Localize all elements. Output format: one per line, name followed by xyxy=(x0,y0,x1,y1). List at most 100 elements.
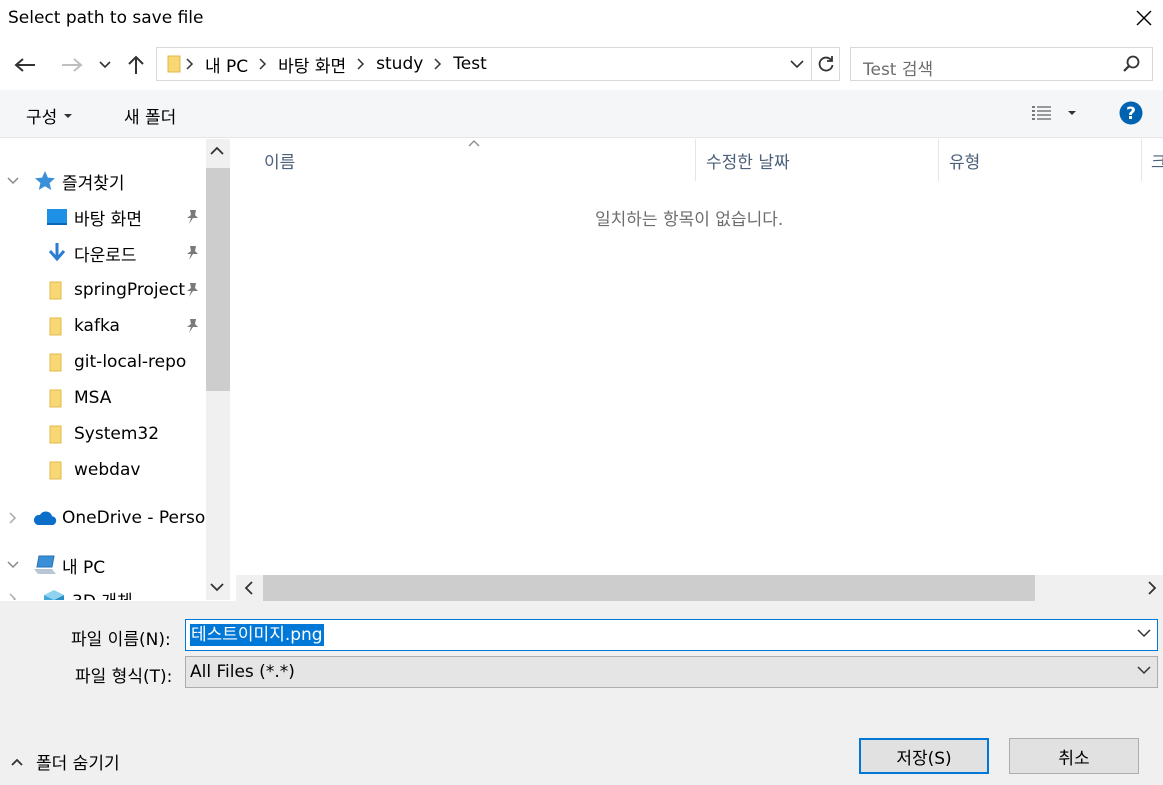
chevron-down-icon[interactable] xyxy=(1137,629,1151,638)
folder-icon xyxy=(49,281,62,300)
column-divider[interactable] xyxy=(1141,139,1142,181)
nav-favorites[interactable]: 즐겨찾기 xyxy=(6,164,125,198)
star-icon xyxy=(35,171,55,190)
refresh-icon xyxy=(818,56,833,72)
filetype-value: All Files (*.*) xyxy=(190,662,295,682)
view-options-button[interactable] xyxy=(1031,104,1077,122)
forward-button[interactable] xyxy=(57,50,87,80)
search-box[interactable]: Test 검색 xyxy=(850,47,1153,81)
pin-icon[interactable] xyxy=(185,318,199,334)
pin-icon[interactable] xyxy=(185,209,199,225)
pin-icon[interactable] xyxy=(185,245,199,261)
column-header-row: 이름 수정한 날짜 유형 크 xyxy=(236,139,1163,181)
organize-label: 구성 xyxy=(26,108,58,128)
back-button[interactable] xyxy=(10,50,40,80)
pin-icon[interactable] xyxy=(185,282,199,298)
breadcrumb-study[interactable]: study xyxy=(370,54,429,74)
nav-item-webdav[interactable]: webdav xyxy=(46,453,140,487)
filename-input[interactable]: 테스트이미지.png xyxy=(190,624,324,646)
nav-item-desktop[interactable]: 바탕 화면 xyxy=(46,200,142,234)
chevron-down-icon[interactable] xyxy=(1137,666,1151,675)
folder-icon xyxy=(49,425,62,444)
nav-onedrive[interactable]: OneDrive - Person xyxy=(6,501,216,535)
scroll-right-icon[interactable] xyxy=(1147,580,1157,596)
folder-icon xyxy=(167,55,181,73)
column-divider[interactable] xyxy=(695,139,696,181)
download-icon xyxy=(48,243,66,262)
column-type[interactable]: 유형 xyxy=(949,148,980,173)
scroll-up-icon[interactable] xyxy=(209,146,225,156)
folder-icon xyxy=(49,353,62,372)
column-date[interactable]: 수정한 날짜 xyxy=(706,148,790,173)
nav-this-pc-label: 내 PC xyxy=(62,557,106,578)
nav-item-springproject[interactable]: springProject xyxy=(46,273,185,307)
organize-button[interactable]: 구성 xyxy=(26,103,73,128)
search-icon xyxy=(1123,55,1141,73)
nav-item-msa[interactable]: MSA xyxy=(46,381,111,415)
new-folder-button[interactable]: 새 폴더 xyxy=(124,103,176,128)
breadcrumb-test[interactable]: Test xyxy=(447,54,492,74)
scroll-left-icon[interactable] xyxy=(244,580,254,596)
arrow-left-icon xyxy=(14,58,35,72)
nav-this-pc[interactable]: 내 PC xyxy=(6,548,105,582)
folder-icon xyxy=(49,317,62,336)
nav-item-label: System32 xyxy=(74,424,160,444)
folder-icon xyxy=(49,461,62,480)
nav-3d-objects[interactable]: 3D 개체 xyxy=(6,582,133,600)
column-divider[interactable] xyxy=(938,139,939,181)
recent-locations-button[interactable] xyxy=(96,55,114,75)
chevron-right-icon xyxy=(9,512,17,524)
filename-label: 파일 이름(N): xyxy=(71,630,171,650)
save-button[interactable]: 저장(S) xyxy=(859,738,989,774)
nav-item-git-local-repo[interactable]: git-local-repo xyxy=(46,345,186,379)
nav-item-kafka[interactable]: kafka xyxy=(46,309,120,343)
empty-message: 일치하는 항목이 없습니다. xyxy=(595,210,784,230)
command-bar: 구성 새 폴더 ? xyxy=(0,90,1163,138)
navigation-pane: 즐겨찾기 바탕 화면 다운로드 springProject kafka git-… xyxy=(0,139,233,600)
refresh-button[interactable] xyxy=(811,48,839,80)
chevron-down-icon xyxy=(7,561,19,569)
nav-favorites-label: 즐겨찾기 xyxy=(62,173,125,194)
address-dropdown-button[interactable] xyxy=(785,48,809,80)
filename-combobox[interactable]: 테스트이미지.png xyxy=(185,619,1158,651)
column-size[interactable]: 크 xyxy=(1151,148,1163,173)
breadcrumb-separator-icon[interactable] xyxy=(254,58,272,70)
nav-3d-objects-label: 3D 개체 xyxy=(72,587,133,601)
title-bar: Select path to save file xyxy=(0,0,1163,38)
content-horizontal-scrollbar-thumb[interactable] xyxy=(263,575,1035,601)
column-name[interactable]: 이름 xyxy=(264,148,295,173)
nav-item-label: git-local-repo xyxy=(74,352,187,372)
desktop-icon xyxy=(47,209,67,225)
chevron-down-icon xyxy=(99,61,111,69)
nav-item-label: springProject xyxy=(74,280,186,300)
cancel-button[interactable]: 취소 xyxy=(1009,738,1139,774)
nav-item-label: webdav xyxy=(74,460,141,480)
breadcrumb-desktop[interactable]: 바탕 화면 xyxy=(272,52,352,77)
breadcrumb-separator-icon[interactable] xyxy=(352,58,370,70)
breadcrumb-separator-icon[interactable] xyxy=(429,58,447,70)
cube-icon xyxy=(44,590,64,600)
address-bar[interactable]: 내 PC 바탕 화면 study Test xyxy=(156,47,840,81)
details-view-icon xyxy=(1032,106,1051,120)
window-title: Select path to save file xyxy=(8,8,204,28)
search-input[interactable]: Test 검색 xyxy=(863,55,933,80)
help-button[interactable]: ? xyxy=(1119,101,1143,125)
close-button[interactable] xyxy=(1124,0,1163,36)
chevron-down-icon xyxy=(7,177,19,185)
navpane-scrollbar-thumb[interactable] xyxy=(206,168,230,391)
breadcrumb-separator-icon[interactable] xyxy=(181,58,199,70)
breadcrumb-this-pc[interactable]: 내 PC xyxy=(199,52,254,77)
caret-down-icon xyxy=(64,113,73,118)
chevron-up-icon xyxy=(11,758,23,766)
chevron-right-icon xyxy=(9,593,17,600)
caret-down-icon xyxy=(1068,111,1076,115)
nav-item-system32[interactable]: System32 xyxy=(46,417,159,451)
up-button[interactable] xyxy=(123,50,149,80)
close-icon xyxy=(1136,10,1151,26)
nav-item-label: kafka xyxy=(74,316,120,336)
nav-item-downloads[interactable]: 다운로드 xyxy=(46,236,137,270)
nav-onedrive-label: OneDrive - Person xyxy=(62,508,217,528)
filetype-select[interactable]: All Files (*.*) xyxy=(185,656,1158,688)
hide-folders-button[interactable]: 폴더 숨기기 xyxy=(10,749,120,774)
scroll-down-icon[interactable] xyxy=(209,582,225,592)
